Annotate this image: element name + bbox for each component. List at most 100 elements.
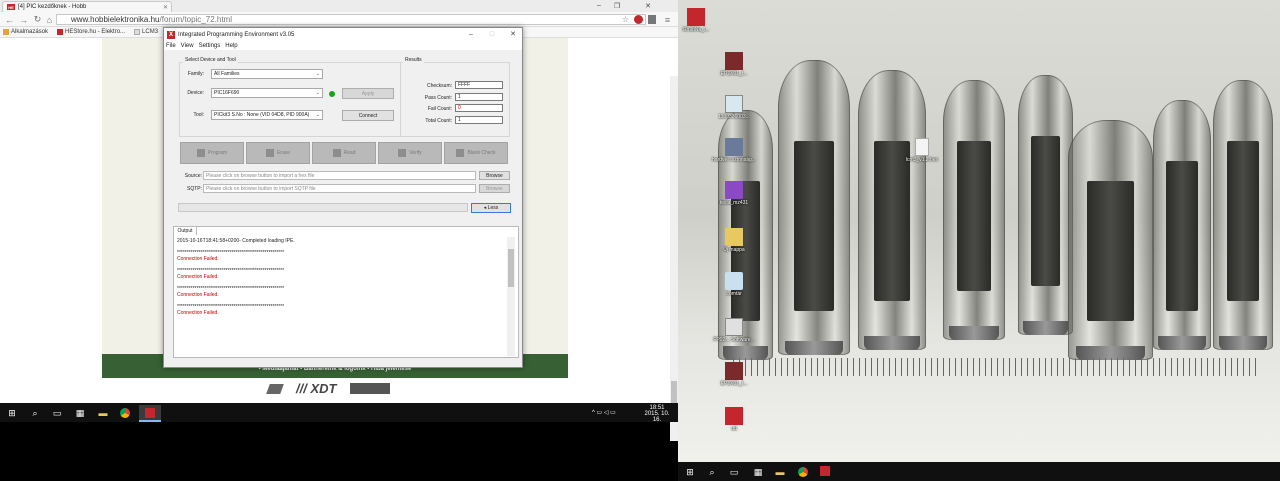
chrome-icon[interactable] bbox=[798, 467, 808, 477]
desktop-icon-3[interactable]: 1130336003... bbox=[704, 95, 764, 120]
file-explorer-icon[interactable]: ▬ bbox=[97, 407, 109, 419]
browser-tab[interactable]: HE [4] PIC kezdőknek - Hobb ✕ bbox=[2, 1, 172, 12]
sponsor-logo-1[interactable] bbox=[266, 383, 284, 394]
menu-view[interactable]: View bbox=[181, 43, 194, 49]
tool-dropdown[interactable]: PICkit3 S.No : None (VID 04D8, PID 900A)… bbox=[211, 110, 323, 120]
blank-check-button[interactable]: Blank Check bbox=[444, 142, 508, 164]
sqtp-input[interactable]: Please click on browse button to import … bbox=[203, 184, 476, 193]
source-label: Source: bbox=[184, 173, 202, 179]
menu-help[interactable]: Help bbox=[225, 43, 237, 49]
task-view-icon[interactable]: ▭ bbox=[728, 466, 740, 478]
desktop-icon-4[interactable]: hardver biztonság... bbox=[704, 138, 764, 163]
source-input[interactable]: Please click on browse button to import … bbox=[203, 171, 476, 180]
desktop-icon-2[interactable]: EP2X01_f... bbox=[704, 52, 764, 77]
task-view-icon[interactable]: ▭ bbox=[51, 407, 63, 419]
clock[interactable]: 18:51 2015. 10. 16. bbox=[640, 405, 674, 423]
ipe-minimize-icon[interactable]: – bbox=[464, 29, 478, 39]
apply-button[interactable]: Apply bbox=[342, 88, 394, 99]
verify-button[interactable]: Verify bbox=[378, 142, 442, 164]
total-count-value: 1 bbox=[455, 116, 503, 124]
calculator-icon[interactable]: ▦ bbox=[74, 407, 86, 419]
search-icon[interactable]: ⌕ bbox=[706, 466, 718, 478]
chrome-icon[interactable] bbox=[120, 408, 130, 418]
ipe-taskbar-icon bbox=[145, 408, 155, 418]
erase-button[interactable]: Erase bbox=[246, 142, 310, 164]
tray-icons[interactable]: ^ ▭ ◁ ▭ bbox=[592, 409, 616, 416]
desktop-icon-hex-file[interactable]: lcm3_v1.2.hex bbox=[892, 138, 952, 163]
connect-button[interactable]: Connect bbox=[342, 110, 394, 121]
desktop-icon-7[interactable]: Lomtár bbox=[704, 272, 764, 297]
adblock-icon[interactable] bbox=[634, 15, 643, 24]
less-button[interactable]: ◂ Less bbox=[471, 203, 511, 213]
back-arrow-icon[interactable]: ← bbox=[4, 14, 15, 25]
browser-tab-strip: HE [4] PIC kezdőknek - Hobb ✕ – ❐ ✕ bbox=[0, 0, 678, 12]
bookmark-hestore[interactable]: HEStore.hu - Elektro... bbox=[57, 29, 125, 35]
device-label: Device: bbox=[187, 90, 204, 96]
pass-count-value: 1 bbox=[455, 93, 503, 101]
ipe-close-icon[interactable]: ✕ bbox=[506, 29, 520, 39]
bookmark-star-icon[interactable]: ☆ bbox=[620, 14, 631, 25]
ipe-menu-bar: File View Settings Help bbox=[164, 41, 522, 50]
desktop-icon-8[interactable]: FP02... Software... bbox=[704, 318, 764, 343]
installer-icon bbox=[725, 318, 743, 336]
tool-label: Tool: bbox=[193, 112, 204, 118]
calculator-icon[interactable]: ▦ bbox=[752, 466, 764, 478]
home-icon[interactable]: ⌂ bbox=[44, 14, 55, 25]
family-dropdown[interactable]: All Families ⌄ bbox=[211, 69, 323, 79]
ipe-maximize-icon[interactable]: □ bbox=[485, 29, 499, 39]
forward-arrow-icon[interactable]: → bbox=[18, 14, 29, 25]
hobbielektronika-favicon-icon: HE bbox=[7, 4, 15, 10]
chevron-down-icon: ⌄ bbox=[315, 112, 320, 118]
total-count-label: Total Count: bbox=[425, 118, 452, 124]
restore-icon[interactable]: ❐ bbox=[610, 1, 624, 10]
output-scrollbar-thumb[interactable] bbox=[508, 249, 514, 287]
output-tab[interactable]: Output bbox=[173, 226, 197, 235]
desktop-icon-1[interactable]: Gh3bNa_l... bbox=[678, 8, 726, 33]
action-toolbar: Program Erase Read Verify Blank Check bbox=[180, 142, 508, 164]
ipe-taskbar-button[interactable] bbox=[139, 405, 161, 422]
desktop-icon-6[interactable]: Új mappa bbox=[704, 228, 764, 253]
sponsor-logo-3[interactable] bbox=[350, 383, 391, 394]
app-icon bbox=[725, 362, 743, 380]
page-scrollbar[interactable] bbox=[670, 76, 678, 441]
menu-icon[interactable]: ≡ bbox=[662, 14, 673, 25]
program-button[interactable]: Program bbox=[180, 142, 244, 164]
menu-file[interactable]: File bbox=[166, 43, 176, 49]
start-windows-icon[interactable]: ⊞ bbox=[684, 466, 696, 478]
source-browse-button[interactable]: Browse bbox=[479, 171, 510, 180]
bookmark-lcm3[interactable]: LCM3 bbox=[134, 29, 158, 35]
app-icon bbox=[725, 407, 743, 425]
address-bar[interactable]: www.hobbielektronika.hu/forum/topic_72.h… bbox=[56, 14, 646, 25]
read-icon bbox=[332, 149, 341, 157]
status-indicator-icon bbox=[329, 91, 335, 97]
menu-settings[interactable]: Settings bbox=[199, 43, 221, 49]
output-panel: 2015-10-16T18:41:58+0200- Completed load… bbox=[173, 226, 519, 358]
ipe-taskbar-icon[interactable] bbox=[820, 466, 830, 476]
blank-check-icon bbox=[456, 149, 465, 157]
desktop-icon-5[interactable]: tesla_mz431 bbox=[704, 181, 764, 206]
start-windows-icon[interactable]: ⊞ bbox=[6, 407, 18, 419]
xdt-logo[interactable]: /// XDT bbox=[296, 381, 336, 396]
sqtp-browse-button[interactable]: Browse bbox=[479, 184, 510, 193]
ipe-window-title: Integrated Programming Environment v3.05 bbox=[178, 31, 295, 38]
file-explorer-icon[interactable]: ▬ bbox=[774, 466, 786, 478]
reload-icon[interactable]: ↻ bbox=[32, 14, 43, 25]
bookmark-alkalmazasok[interactable]: Alkalmazások bbox=[3, 29, 48, 35]
device-dropdown[interactable]: PIC16F690 ⌄ bbox=[211, 88, 323, 98]
close-window-icon[interactable]: ✕ bbox=[628, 1, 668, 10]
sponsor-logos: /// XDT bbox=[266, 381, 391, 396]
tab-close-icon[interactable]: ✕ bbox=[163, 4, 168, 11]
browser-tab-title: [4] PIC kezdőknek - Hobb bbox=[18, 4, 87, 10]
extension-icon[interactable] bbox=[648, 15, 656, 24]
program-icon bbox=[196, 149, 205, 157]
recycle-bin-icon bbox=[725, 272, 743, 290]
output-scrollbar[interactable] bbox=[507, 237, 515, 356]
desktop-icon-9[interactable]: EP2X01_f... bbox=[704, 362, 764, 387]
search-icon[interactable]: ⌕ bbox=[29, 407, 41, 419]
url-host: www.hobbielektronika.hu bbox=[71, 15, 160, 24]
minimize-icon[interactable]: – bbox=[592, 1, 606, 10]
desktop-icon-10[interactable]: ud bbox=[704, 407, 764, 432]
sqtp-label: SQTP: bbox=[186, 186, 202, 192]
read-button[interactable]: Read bbox=[312, 142, 376, 164]
taskbar-left: ⊞ ⌕ ▭ ▦ ▬ ^ ▭ ◁ ▭ 18:51 2015. 10. 16. bbox=[0, 403, 678, 423]
